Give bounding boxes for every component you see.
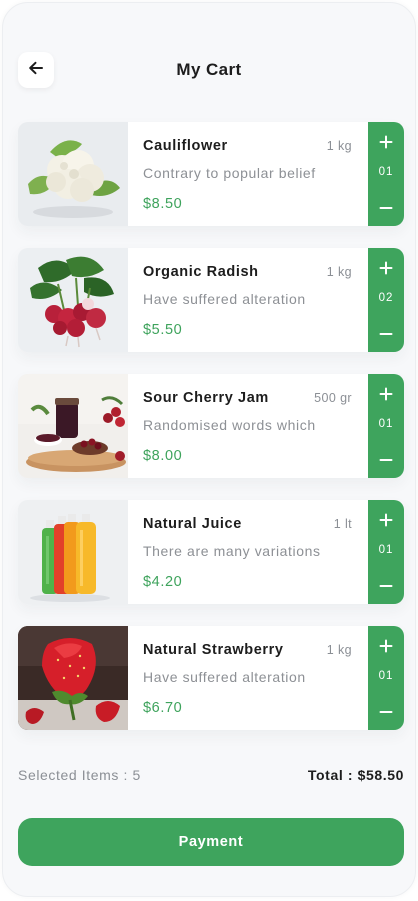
page-title: My Cart bbox=[176, 60, 242, 79]
quantity-stepper: 01 bbox=[368, 626, 404, 730]
plus-icon bbox=[379, 261, 393, 275]
quantity-stepper: 01 bbox=[368, 500, 404, 604]
increase-button[interactable] bbox=[368, 254, 404, 282]
quantity-stepper: 01 bbox=[368, 374, 404, 478]
increase-button[interactable] bbox=[368, 128, 404, 156]
item-description: Have suffered alteration bbox=[143, 669, 306, 685]
item-price: $5.50 bbox=[143, 322, 183, 338]
minus-icon bbox=[379, 711, 393, 713]
decrease-button[interactable] bbox=[368, 446, 404, 474]
item-price: $8.00 bbox=[143, 448, 183, 464]
decrease-button[interactable] bbox=[368, 194, 404, 222]
cart-item-cauliflower[interactable]: Cauliflower 1 kg Contrary to popular bel… bbox=[18, 122, 404, 226]
quantity-stepper: 02 bbox=[368, 248, 404, 352]
minus-icon bbox=[379, 333, 393, 335]
increase-button[interactable] bbox=[368, 506, 404, 534]
item-description: Have suffered alteration bbox=[143, 291, 306, 307]
item-name: Natural Strawberry bbox=[143, 642, 284, 658]
cart-item-sour-cherry-jam[interactable]: Sour Cherry Jam 500 gr Randomised words … bbox=[18, 374, 404, 478]
item-name: Organic Radish bbox=[143, 264, 259, 280]
plus-icon bbox=[379, 387, 393, 401]
item-info: Sour Cherry Jam 500 gr Randomised words … bbox=[143, 374, 368, 478]
cart-item-natural-strawberry[interactable]: Natural Strawberry 1 kg Have suffered al… bbox=[18, 626, 404, 730]
minus-icon bbox=[379, 585, 393, 587]
decrease-button[interactable] bbox=[368, 698, 404, 726]
plus-icon bbox=[379, 513, 393, 527]
cart-summary: Selected Items : 5 Total : $58.50 bbox=[18, 767, 404, 787]
item-unit: 1 kg bbox=[326, 265, 352, 279]
payment-button[interactable]: Payment bbox=[18, 818, 404, 866]
item-info: Organic Radish 1 kg Have suffered altera… bbox=[143, 248, 368, 352]
item-description: There are many variations bbox=[143, 543, 321, 559]
plus-icon bbox=[379, 639, 393, 653]
item-description: Randomised words which bbox=[143, 417, 316, 433]
decrease-button[interactable] bbox=[368, 320, 404, 348]
item-unit: 1 kg bbox=[326, 643, 352, 657]
cart-total: Total : $58.50 bbox=[307, 767, 404, 783]
plus-icon bbox=[379, 135, 393, 149]
item-name: Cauliflower bbox=[143, 138, 228, 154]
cherry-jam-image bbox=[18, 374, 128, 478]
quantity-value: 02 bbox=[378, 292, 394, 304]
cart-item-organic-radish[interactable]: Organic Radish 1 kg Have suffered altera… bbox=[18, 248, 404, 352]
quantity-value: 01 bbox=[378, 166, 394, 178]
item-info: Cauliflower 1 kg Contrary to popular bel… bbox=[143, 122, 368, 226]
cart-list: Cauliflower 1 kg Contrary to popular bel… bbox=[18, 122, 404, 752]
cart-item-natural-juice[interactable]: Natural Juice 1 lt There are many variat… bbox=[18, 500, 404, 604]
item-unit: 1 kg bbox=[326, 139, 352, 153]
decrease-button[interactable] bbox=[368, 572, 404, 600]
header: My Cart bbox=[3, 3, 415, 123]
phone-screen: My Cart Cauliflower 1 kg Contrary to pop… bbox=[2, 2, 416, 897]
radish-image bbox=[18, 248, 128, 352]
quantity-value: 01 bbox=[378, 670, 394, 682]
item-price: $4.20 bbox=[143, 574, 183, 590]
minus-icon bbox=[379, 207, 393, 209]
item-name: Sour Cherry Jam bbox=[143, 390, 269, 406]
item-price: $8.50 bbox=[143, 196, 183, 212]
selected-items-count: Selected Items : 5 bbox=[18, 767, 141, 783]
item-info: Natural Strawberry 1 kg Have suffered al… bbox=[143, 626, 368, 730]
item-name: Natural Juice bbox=[143, 516, 242, 532]
item-unit: 1 lt bbox=[333, 517, 352, 531]
cauliflower-image bbox=[18, 122, 128, 226]
quantity-value: 01 bbox=[378, 544, 394, 556]
item-info: Natural Juice 1 lt There are many variat… bbox=[143, 500, 368, 604]
increase-button[interactable] bbox=[368, 380, 404, 408]
item-unit: 500 gr bbox=[314, 391, 352, 405]
quantity-value: 01 bbox=[378, 418, 394, 430]
strawberry-image bbox=[18, 626, 128, 730]
quantity-stepper: 01 bbox=[368, 122, 404, 226]
item-description: Contrary to popular belief bbox=[143, 165, 316, 181]
juice-bottles-image bbox=[18, 500, 128, 604]
minus-icon bbox=[379, 459, 393, 461]
item-price: $6.70 bbox=[143, 700, 183, 716]
increase-button[interactable] bbox=[368, 632, 404, 660]
